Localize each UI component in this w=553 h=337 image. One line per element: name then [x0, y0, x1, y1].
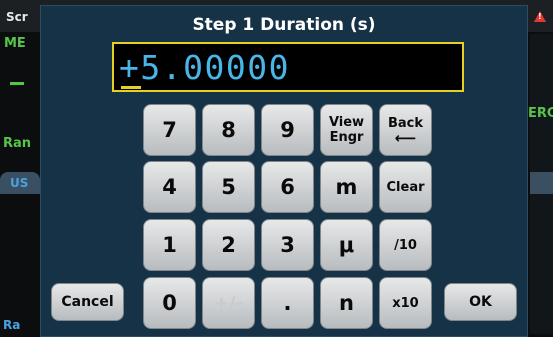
nano-button[interactable]: n: [320, 277, 373, 329]
key-4[interactable]: 4: [143, 161, 196, 213]
ok-button[interactable]: OK: [444, 283, 517, 321]
background-tab-label: US: [10, 176, 29, 190]
key-9[interactable]: 9: [261, 104, 314, 156]
key-1[interactable]: 1: [143, 219, 196, 271]
background-range-label: Ran: [3, 136, 32, 151]
numeric-entry-dialog: Step 1 Duration (s) +5.00000 7 8 9 View …: [40, 5, 528, 337]
key-0[interactable]: 0: [143, 277, 196, 329]
key-3[interactable]: 3: [261, 219, 314, 271]
key-7[interactable]: 7: [143, 104, 196, 156]
cancel-button[interactable]: Cancel: [51, 283, 124, 321]
view-engr-line1: View: [328, 115, 365, 130]
multiply-by-10-button[interactable]: x10: [379, 277, 432, 329]
plus-minus-button[interactable]: +/-: [202, 277, 255, 329]
view-engr-line2: Engr: [329, 130, 364, 145]
background-measure-label: ME: [4, 36, 26, 51]
key-6[interactable]: 6: [261, 161, 314, 213]
entry-value: +5.00000: [119, 48, 290, 87]
background-screen-title: Scr: [6, 10, 28, 24]
background-measure-dash: [10, 82, 24, 85]
instrument-screen: Scr ME Ran US Ra ERC Step 1 Duration (s)…: [0, 0, 553, 337]
back-arrow-icon: ⟵: [394, 129, 417, 147]
edit-cursor: [121, 86, 141, 89]
divide-by-10-button[interactable]: /10: [379, 219, 432, 271]
value-display[interactable]: +5.00000: [112, 42, 464, 92]
warning-icon: [534, 11, 546, 22]
background-right-label: ERC: [528, 106, 553, 121]
micro-button[interactable]: μ: [320, 219, 373, 271]
key-2[interactable]: 2: [202, 219, 255, 271]
key-5[interactable]: 5: [202, 161, 255, 213]
background-bottom-label: Ra: [3, 318, 21, 332]
dialog-title: Step 1 Duration (s): [192, 15, 376, 35]
view-engr-button[interactable]: View Engr: [320, 104, 373, 156]
clear-button[interactable]: Clear: [379, 161, 432, 213]
background-right-tab: [530, 172, 553, 194]
milli-button[interactable]: m: [320, 161, 373, 213]
back-button[interactable]: Back ⟵: [379, 104, 432, 156]
decimal-point-button[interactable]: .: [261, 277, 314, 329]
key-8[interactable]: 8: [202, 104, 255, 156]
